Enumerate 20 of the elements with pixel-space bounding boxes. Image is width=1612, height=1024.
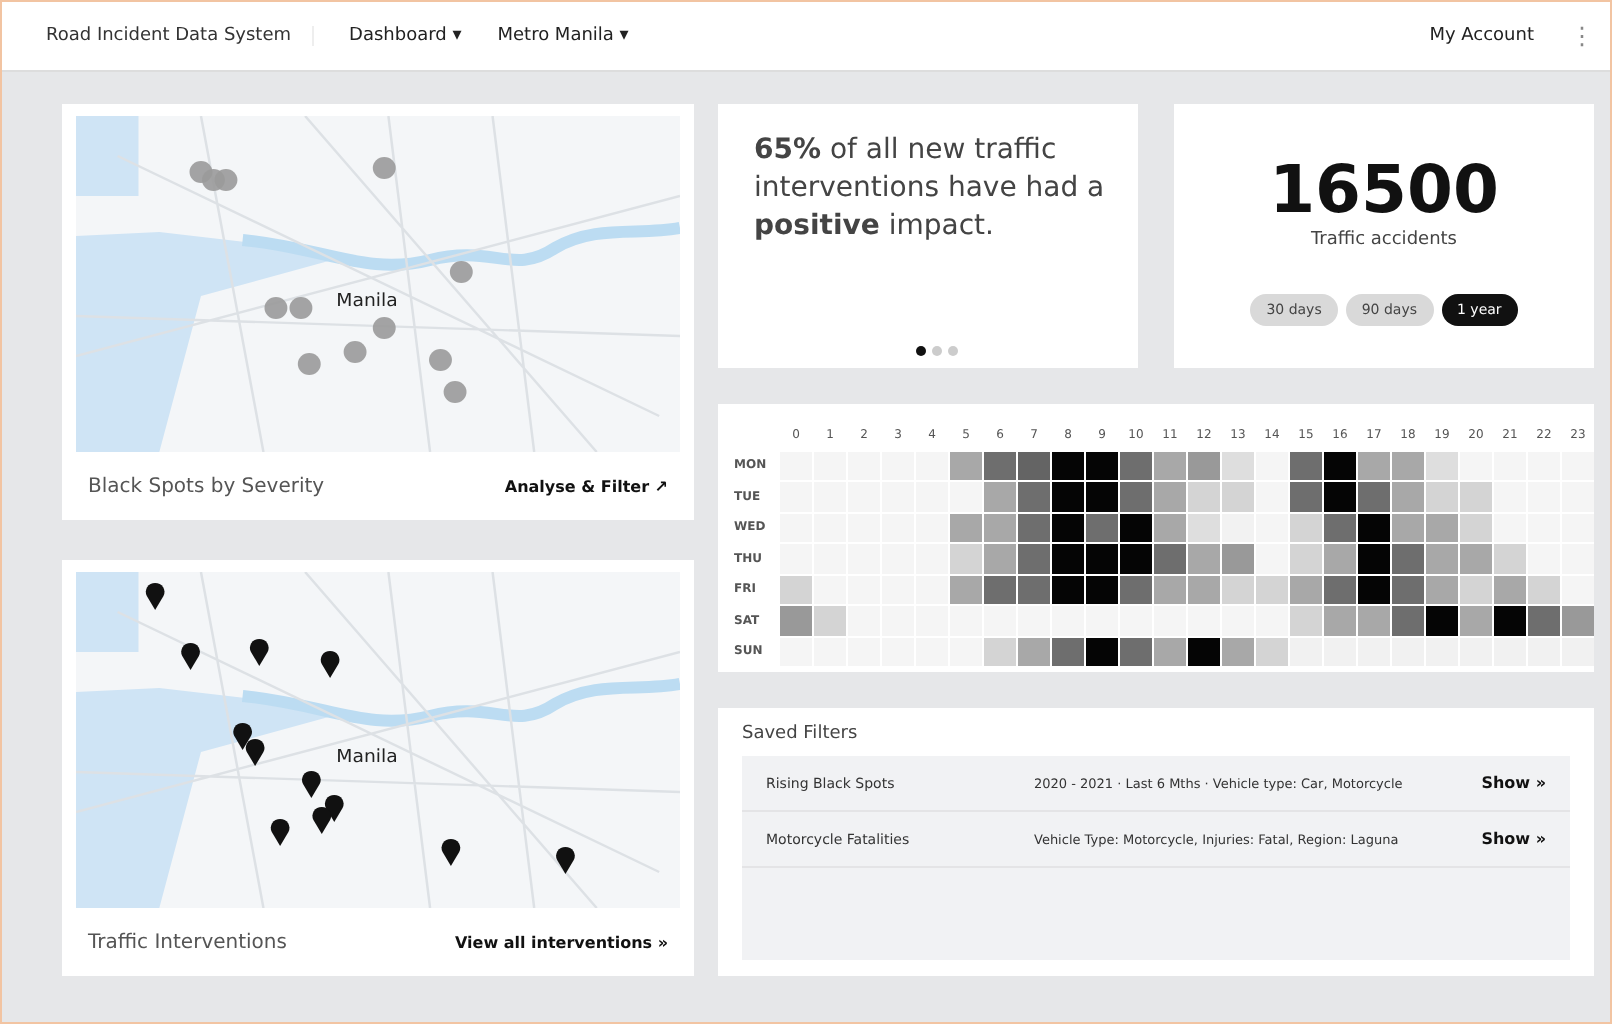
section-title: Saved Filters (742, 724, 860, 744)
stat-value: 16500 (1269, 156, 1499, 222)
more-menu[interactable]: ⋮ (1570, 22, 1594, 50)
carousel-dot[interactable] (931, 346, 941, 356)
card-link[interactable]: Analyse & Filter ↗ (504, 477, 668, 495)
insight-text: 65% of all new traffic interventions have had a positive impact. (754, 132, 1107, 246)
show-link[interactable]: Show » (1481, 774, 1546, 792)
card-title: Traffic Interventions (88, 931, 287, 953)
carousel-dot[interactable] (947, 346, 957, 356)
carousel-dot[interactable] (915, 346, 925, 356)
map-drawing: Manila (76, 116, 680, 452)
account-menu[interactable]: My Account (1429, 26, 1534, 46)
nav-menu[interactable]: Dashboard ▾ (349, 26, 462, 46)
stat-label: Traffic accidents (1311, 230, 1457, 250)
card-title: Black Spots by Severity (88, 475, 325, 497)
map-drawing: Manila (76, 572, 680, 908)
app-title: Road Incident Data System (46, 26, 314, 46)
nav-menu[interactable]: Metro Manila ▾ (497, 26, 629, 46)
card-link[interactable]: View all interventions » (454, 933, 668, 951)
show-link[interactable]: Show » (1481, 830, 1546, 848)
